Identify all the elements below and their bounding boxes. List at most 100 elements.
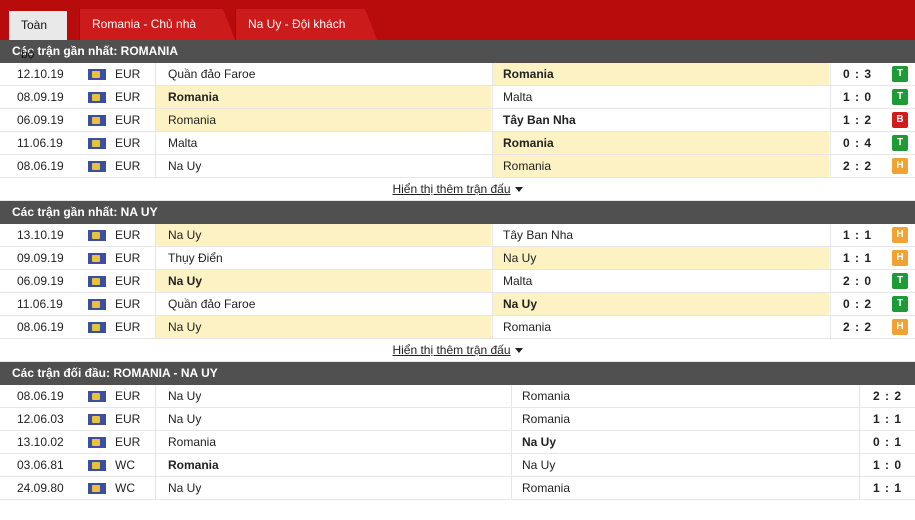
score[interactable]: 1 : 1 (830, 247, 884, 269)
home-team[interactable]: Na Uy (155, 224, 491, 246)
score[interactable]: 0 : 1 (859, 431, 915, 453)
away-team[interactable]: Malta (492, 86, 829, 108)
competition-flag-icon (88, 115, 108, 126)
competition: EUR (115, 297, 141, 311)
competition-flag-icon (88, 230, 108, 241)
table-row: 13.10.19 EUR Na Uy Tây Ban Nha 1 : 1 H (0, 224, 915, 247)
away-team[interactable]: Na Uy (511, 454, 859, 476)
tab-all[interactable]: Toàn bộ (9, 9, 67, 61)
competition-flag-icon (88, 460, 108, 471)
match-date: 08.06.19 (17, 159, 64, 173)
competition: EUR (115, 435, 141, 449)
match-date: 12.10.19 (17, 67, 64, 81)
home-team[interactable]: Malta (155, 132, 491, 154)
section-title-norway: Các trận gần nhất: NA UY (0, 201, 915, 224)
score[interactable]: 2 : 2 (830, 155, 884, 177)
show-more-row: Hiển thị thêm trận đấu (0, 178, 915, 201)
home-team[interactable]: Na Uy (155, 408, 511, 430)
score[interactable]: 2 : 0 (830, 270, 884, 292)
competition-flag-icon (88, 69, 108, 80)
table-row: 06.09.19 EUR Na Uy Malta 2 : 0 T (0, 270, 915, 293)
show-more-row: Hiển thị thêm trận đấu (0, 339, 915, 362)
score[interactable]: 1 : 0 (830, 86, 884, 108)
match-date: 13.10.19 (17, 228, 64, 242)
home-team[interactable]: Romania (155, 86, 491, 108)
away-team[interactable]: Romania (511, 477, 859, 499)
away-team[interactable]: Romania (492, 155, 829, 177)
away-team[interactable]: Na Uy (492, 247, 829, 269)
home-team[interactable]: Na Uy (155, 477, 511, 499)
home-team[interactable]: Quần đảo Faroe (155, 293, 491, 315)
away-team[interactable]: Malta (492, 270, 829, 292)
caret-down-icon[interactable] (514, 348, 523, 354)
show-more-link-romania[interactable]: Hiển thị thêm trận đấu (392, 182, 510, 196)
result-badge-draw: H (892, 250, 908, 266)
away-team[interactable]: Romania (511, 385, 859, 407)
table-row: 12.10.19 EUR Quần đảo Faroe Romania 0 : … (0, 63, 915, 86)
home-team[interactable]: Romania (155, 109, 491, 131)
result-badge-win: T (892, 296, 908, 312)
match-date: 08.09.19 (17, 90, 64, 104)
competition-flag-icon (88, 253, 108, 264)
score[interactable]: 2 : 2 (859, 385, 915, 407)
away-team[interactable]: Tây Ban Nha (492, 109, 829, 131)
score[interactable]: 2 : 2 (830, 316, 884, 338)
home-team[interactable]: Na Uy (155, 385, 511, 407)
result-badge: H (884, 247, 915, 269)
score[interactable]: 1 : 1 (859, 477, 915, 499)
result-badge-draw: H (892, 158, 908, 174)
table-row: 11.06.19 EUR Quần đảo Faroe Na Uy 0 : 2 … (0, 293, 915, 316)
score[interactable]: 1 : 1 (859, 408, 915, 430)
competition: EUR (115, 113, 141, 127)
score[interactable]: 0 : 4 (830, 132, 884, 154)
caret-down-icon[interactable] (514, 187, 523, 193)
table-row: 13.10.02 EUR Romania Na Uy 0 : 1 (0, 431, 915, 454)
match-date: 12.06.03 (17, 412, 64, 426)
competition: EUR (115, 67, 141, 81)
match-date: 06.09.19 (17, 274, 64, 288)
match-date: 24.09.80 (17, 481, 64, 495)
score[interactable]: 0 : 3 (830, 63, 884, 85)
score[interactable]: 0 : 2 (830, 293, 884, 315)
result-badge: T (884, 86, 915, 108)
match-date: 13.10.02 (17, 435, 64, 449)
competition: WC (115, 481, 135, 495)
score[interactable]: 1 : 1 (830, 224, 884, 246)
home-team[interactable]: Romania (155, 431, 511, 453)
match-date: 11.06.19 (17, 136, 63, 150)
competition-flag-icon (88, 391, 108, 402)
romania-recent-matches: 12.10.19 EUR Quần đảo Faroe Romania 0 : … (0, 63, 915, 201)
show-more-link-norway[interactable]: Hiển thị thêm trận đấu (392, 343, 510, 357)
home-team[interactable]: Quần đảo Faroe (155, 63, 491, 85)
away-team[interactable]: Romania (492, 132, 829, 154)
score[interactable]: 1 : 0 (859, 454, 915, 476)
result-badge: B (884, 109, 915, 131)
away-team[interactable]: Romania (492, 316, 829, 338)
away-team[interactable]: Na Uy (492, 293, 829, 315)
home-team[interactable]: Na Uy (155, 316, 491, 338)
result-badge-draw: H (892, 227, 908, 243)
match-date: 09.09.19 (17, 251, 64, 265)
competition: EUR (115, 90, 141, 104)
competition: EUR (115, 389, 141, 403)
home-team[interactable]: Romania (155, 454, 511, 476)
match-date: 03.06.81 (17, 458, 64, 472)
tab-norway-away[interactable]: Na Uy - Đội khách (235, 9, 377, 40)
head-to-head-matches: 08.06.19 EUR Na Uy Romania 2 : 2 12.06.0… (0, 385, 915, 500)
tab-romania-home[interactable]: Romania - Chủ nhà (79, 9, 235, 40)
result-badge-win: T (892, 273, 908, 289)
table-row: 08.06.19 EUR Na Uy Romania 2 : 2 H (0, 155, 915, 178)
away-team[interactable]: Na Uy (511, 431, 859, 453)
home-team[interactable]: Thụy Điển (155, 247, 491, 269)
score[interactable]: 1 : 2 (830, 109, 884, 131)
result-badge: H (884, 155, 915, 177)
away-team[interactable]: Romania (511, 408, 859, 430)
home-team[interactable]: Na Uy (155, 270, 491, 292)
match-date: 11.06.19 (17, 297, 63, 311)
away-team[interactable]: Tây Ban Nha (492, 224, 829, 246)
table-row: 06.09.19 EUR Romania Tây Ban Nha 1 : 2 B (0, 109, 915, 132)
competition: EUR (115, 228, 141, 242)
away-team[interactable]: Romania (492, 63, 829, 85)
home-team[interactable]: Na Uy (155, 155, 491, 177)
result-badge: T (884, 270, 915, 292)
